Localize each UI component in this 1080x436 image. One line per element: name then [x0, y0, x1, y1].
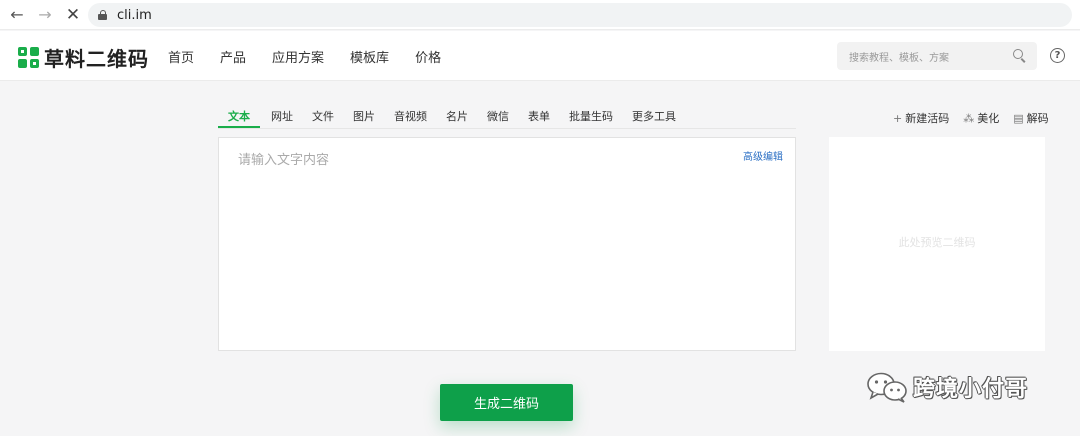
tab-more-tools[interactable]: 更多工具 — [624, 108, 684, 128]
new-dynamic-code-label: 新建活码 — [905, 112, 950, 125]
beautify-label: 美化 — [977, 112, 1000, 125]
help-icon[interactable]: ? — [1050, 48, 1065, 63]
stop-loading-icon[interactable]: ✕ — [62, 4, 84, 26]
wechat-icon — [867, 372, 907, 403]
nav-item-solutions[interactable]: 应用方案 — [272, 47, 324, 66]
tab-form[interactable]: 表单 — [520, 108, 558, 128]
search-icon[interactable] — [1013, 49, 1027, 63]
tab-image[interactable]: 图片 — [345, 108, 383, 128]
back-arrow-icon[interactable]: ← — [6, 4, 28, 26]
qr-preview-panel: 此处预览二维码 — [829, 137, 1045, 351]
tab-bar: 文本 网址 文件 图片 音视频 名片 微信 表单 批量生码 更多工具 — [218, 108, 687, 130]
preview-placeholder: 此处预览二维码 — [898, 236, 976, 249]
tab-url[interactable]: 网址 — [263, 108, 301, 128]
right-toolbar: + 新建活码 ⁂ 美化 ▤ 解码 — [893, 110, 1049, 126]
forward-arrow-icon[interactable]: → — [34, 4, 56, 26]
address-bar[interactable]: cli.im — [88, 3, 1072, 27]
tab-wechat[interactable]: 微信 — [479, 108, 517, 128]
nav-item-home[interactable]: 首页 — [168, 47, 194, 66]
browser-toolbar: ← → ✕ cli.im — [0, 0, 1080, 30]
plus-icon: + — [893, 111, 903, 125]
nav-item-products[interactable]: 产品 — [220, 47, 246, 66]
tab-audio-video[interactable]: 音视频 — [386, 108, 435, 128]
logo-text: 草料二维码 — [44, 47, 149, 71]
decode-button[interactable]: ▤ 解码 — [1013, 110, 1048, 126]
tab-text[interactable]: 文本 — [218, 108, 260, 128]
tab-batch[interactable]: 批量生码 — [561, 108, 621, 128]
nav-item-pricing[interactable]: 价格 — [415, 47, 441, 66]
advanced-edit-link[interactable]: 高级编辑 — [743, 148, 783, 163]
tab-business-card[interactable]: 名片 — [438, 108, 476, 128]
watermark: 跨境小付哥 — [865, 370, 1028, 404]
new-dynamic-code-button[interactable]: + 新建活码 — [893, 110, 949, 126]
text-editor[interactable]: 请输入文字内容 高级编辑 — [218, 137, 796, 351]
main-nav: 首页 产品 应用方案 模板库 价格 — [168, 47, 467, 66]
beautify-button[interactable]: ⁂ 美化 — [963, 110, 999, 126]
site-header: 草料二维码 首页 产品 应用方案 模板库 价格 搜索教程、模板、方案 ? — [0, 31, 1080, 81]
url-text: cli.im — [117, 7, 152, 23]
nav-item-templates[interactable]: 模板库 — [350, 47, 389, 66]
sparkle-icon: ⁂ — [963, 111, 975, 125]
lock-icon — [98, 10, 107, 20]
decode-label: 解码 — [1026, 112, 1049, 125]
site-logo[interactable]: 草料二维码 — [18, 43, 149, 72]
tab-file[interactable]: 文件 — [304, 108, 342, 128]
watermark-text: 跨境小付哥 — [913, 377, 1029, 402]
search-input[interactable]: 搜索教程、模板、方案 — [849, 49, 1013, 64]
search-box[interactable]: 搜索教程、模板、方案 — [837, 42, 1037, 70]
editor-placeholder: 请输入文字内容 — [238, 153, 330, 168]
scan-icon: ▤ — [1013, 111, 1024, 125]
logo-mark-icon — [18, 46, 40, 69]
generate-qr-button[interactable]: 生成二维码 — [440, 384, 573, 421]
